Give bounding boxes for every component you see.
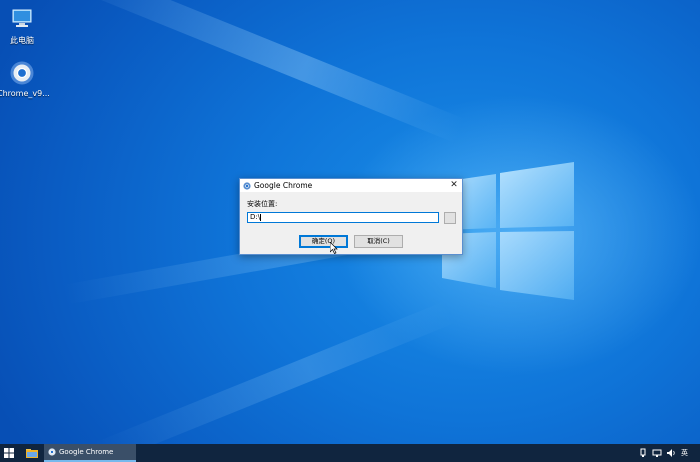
system-tray: 英	[636, 444, 696, 462]
windows-start-icon	[4, 448, 14, 458]
install-path-value: D:\	[250, 213, 261, 221]
light-beam	[93, 300, 455, 444]
install-location-label: 安装位置:	[247, 200, 278, 208]
dialog-titlebar[interactable]: Google Chrome ✕	[240, 179, 462, 192]
ime-indicator[interactable]: 英	[681, 444, 688, 462]
chrome-icon	[9, 60, 35, 86]
taskbar: Google Chrome 英	[0, 444, 700, 462]
text-caret	[260, 213, 262, 221]
ok-button[interactable]: 确定(O)	[299, 235, 348, 248]
chrome-icon	[243, 182, 251, 190]
desktop-background: 此电脑 Chrome_v9... Google Chrome ✕ 安装位置: D…	[0, 0, 700, 444]
volume-icon[interactable]	[666, 448, 676, 458]
close-button[interactable]: ✕	[446, 179, 462, 192]
desktop-icon-this-pc[interactable]: 此电脑	[0, 6, 47, 46]
taskbar-app-label: Google Chrome	[59, 448, 114, 456]
install-location-dialog: Google Chrome ✕ 安装位置: D:\ 确定(O) 取消(C)	[239, 178, 463, 255]
usb-icon[interactable]	[638, 448, 648, 458]
light-beam	[65, 0, 465, 144]
dialog-title: Google Chrome	[254, 181, 313, 190]
chrome-icon	[48, 448, 56, 456]
network-icon[interactable]	[652, 448, 662, 458]
cancel-button[interactable]: 取消(C)	[354, 235, 403, 248]
this-pc-icon	[9, 6, 35, 32]
file-explorer-icon	[26, 449, 38, 458]
browse-button[interactable]	[444, 212, 456, 224]
desktop-icon-chrome-installer[interactable]: Chrome_v9...	[0, 60, 50, 98]
taskbar-app-google-chrome[interactable]: Google Chrome	[44, 444, 136, 462]
file-explorer-button[interactable]	[24, 444, 40, 462]
install-path-input[interactable]: D:\	[247, 212, 439, 223]
start-button[interactable]	[0, 444, 18, 462]
desktop-icon-label: 此电脑	[10, 36, 34, 45]
close-icon: ✕	[450, 180, 458, 190]
desktop-icon-label: Chrome_v9...	[0, 89, 50, 98]
